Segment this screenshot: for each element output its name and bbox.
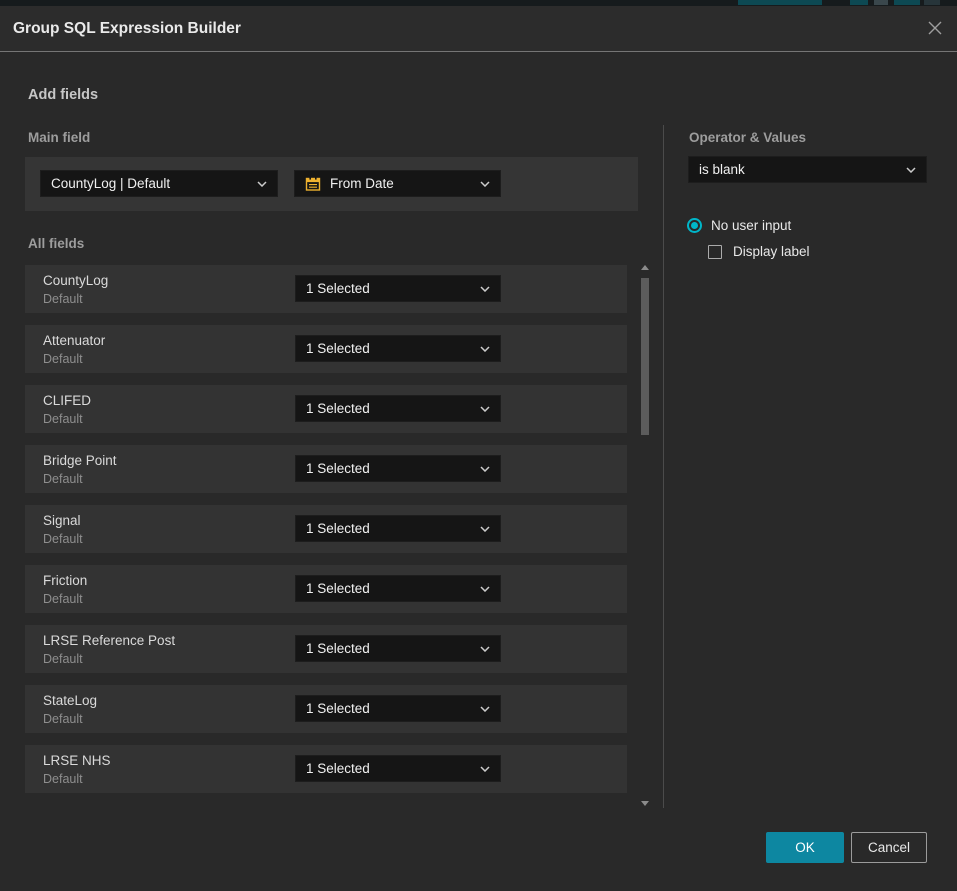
operator-value: is blank [699, 162, 900, 177]
vertical-divider [663, 125, 664, 808]
field-selected-dropdown[interactable]: 1 Selected [295, 335, 501, 362]
field-subtitle: Default [43, 712, 83, 726]
operator-values-heading: Operator & Values [689, 130, 806, 145]
field-row: CLIFED Default 1 Selected [25, 385, 627, 433]
chevron-down-icon [906, 167, 916, 173]
chevron-down-icon [480, 466, 490, 472]
calendar-date-icon [305, 176, 321, 192]
ok-button[interactable]: OK [766, 832, 844, 863]
field-name: LRSE Reference Post [43, 633, 175, 648]
field-selected-dropdown[interactable]: 1 Selected [295, 455, 501, 482]
background-toolbar-fragment [874, 0, 888, 5]
field-name: CLIFED [43, 393, 91, 408]
field-selected-value: 1 Selected [306, 761, 474, 776]
chevron-down-icon [480, 766, 490, 772]
field-subtitle: Default [43, 472, 83, 486]
field-name: LRSE NHS [43, 753, 111, 768]
scrollbar-down-arrow-icon[interactable] [641, 801, 649, 806]
field-row: CountyLog Default 1 Selected [25, 265, 627, 313]
main-field-field-dropdown[interactable]: From Date [294, 170, 501, 197]
no-user-input-option[interactable]: No user input [687, 218, 791, 233]
field-subtitle: Default [43, 532, 83, 546]
display-label-text: Display label [733, 244, 810, 259]
field-row: Attenuator Default 1 Selected [25, 325, 627, 373]
main-field-field-value: From Date [330, 176, 474, 191]
field-name: Signal [43, 513, 81, 528]
fields-scrollbar [640, 262, 650, 809]
field-row: Friction Default 1 Selected [25, 565, 627, 613]
chevron-down-icon [480, 406, 490, 412]
field-selected-dropdown[interactable]: 1 Selected [295, 755, 501, 782]
background-toolbar-fragment [738, 0, 822, 5]
display-label-option[interactable]: Display label [708, 244, 810, 259]
field-row: LRSE NHS Default 1 Selected [25, 745, 627, 793]
field-selected-dropdown[interactable]: 1 Selected [295, 695, 501, 722]
field-selected-value: 1 Selected [306, 401, 474, 416]
field-row: StateLog Default 1 Selected [25, 685, 627, 733]
close-icon[interactable] [926, 19, 944, 37]
field-selected-dropdown[interactable]: 1 Selected [295, 395, 501, 422]
chevron-down-icon [480, 346, 490, 352]
field-name: CountyLog [43, 273, 108, 288]
field-subtitle: Default [43, 412, 83, 426]
chevron-down-icon [480, 286, 490, 292]
background-toolbar-fragment [924, 0, 940, 5]
field-selected-value: 1 Selected [306, 641, 474, 656]
field-selected-dropdown[interactable]: 1 Selected [295, 575, 501, 602]
field-selected-value: 1 Selected [306, 461, 474, 476]
dialog-titlebar: Group SQL Expression Builder [0, 6, 957, 52]
field-subtitle: Default [43, 772, 83, 786]
field-name: StateLog [43, 693, 97, 708]
main-field-source-value: CountyLog | Default [51, 176, 251, 191]
field-selected-value: 1 Selected [306, 581, 474, 596]
field-selected-dropdown[interactable]: 1 Selected [295, 515, 501, 542]
field-selected-value: 1 Selected [306, 521, 474, 536]
add-fields-heading: Add fields [28, 87, 98, 103]
field-row: LRSE Reference Post Default 1 Selected [25, 625, 627, 673]
dialog-title: Group SQL Expression Builder [13, 6, 241, 51]
no-user-input-label: No user input [711, 218, 791, 233]
chevron-down-icon [480, 706, 490, 712]
field-subtitle: Default [43, 592, 83, 606]
chevron-down-icon [480, 526, 490, 532]
scrollbar-up-arrow-icon[interactable] [641, 265, 649, 270]
field-row: Bridge Point Default 1 Selected [25, 445, 627, 493]
background-toolbar-fragment [894, 0, 920, 5]
main-field-label: Main field [28, 130, 90, 145]
radio-selected-icon[interactable] [687, 218, 702, 233]
field-name: Attenuator [43, 333, 105, 348]
checkbox-unchecked-icon[interactable] [708, 245, 722, 259]
chevron-down-icon [480, 181, 490, 187]
chevron-down-icon [480, 586, 490, 592]
background-toolbar-fragment [850, 0, 868, 5]
scrollbar-thumb[interactable] [641, 278, 649, 435]
field-name: Friction [43, 573, 87, 588]
field-subtitle: Default [43, 292, 83, 306]
main-field-source-dropdown[interactable]: CountyLog | Default [40, 170, 278, 197]
field-selected-dropdown[interactable]: 1 Selected [295, 275, 501, 302]
field-name: Bridge Point [43, 453, 117, 468]
chevron-down-icon [257, 181, 267, 187]
main-field-panel: CountyLog | Default From Date [25, 157, 638, 211]
field-subtitle: Default [43, 352, 83, 366]
all-fields-label: All fields [28, 236, 84, 251]
field-row: Signal Default 1 Selected [25, 505, 627, 553]
cancel-button[interactable]: Cancel [851, 832, 927, 863]
group-sql-expression-builder-dialog: Group SQL Expression Builder Add fields … [0, 6, 957, 891]
field-subtitle: Default [43, 652, 83, 666]
field-selected-value: 1 Selected [306, 281, 474, 296]
operator-dropdown[interactable]: is blank [688, 156, 927, 183]
chevron-down-icon [480, 646, 490, 652]
field-selected-value: 1 Selected [306, 341, 474, 356]
all-fields-list: CountyLog Default 1 Selected Attenuator … [25, 265, 627, 793]
field-selected-value: 1 Selected [306, 701, 474, 716]
field-selected-dropdown[interactable]: 1 Selected [295, 635, 501, 662]
